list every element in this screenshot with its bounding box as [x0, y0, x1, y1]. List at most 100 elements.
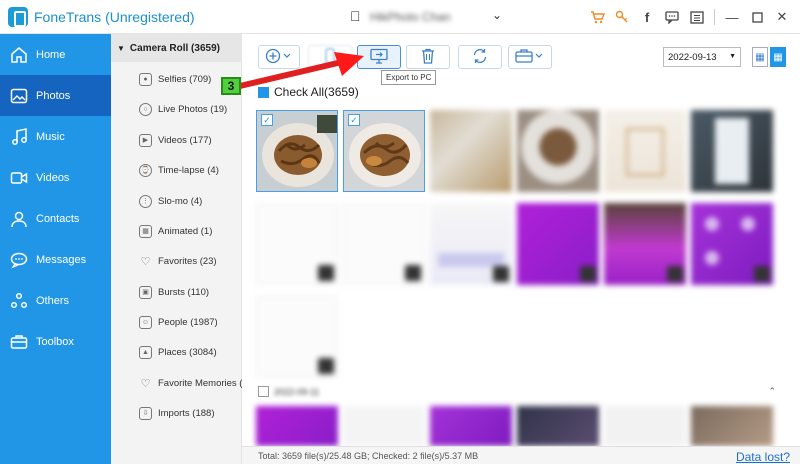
video-icon: ▶ [139, 133, 152, 147]
category-panel: ▼ Camera Roll (3659) ● Selfies (709) ○ L… [111, 34, 242, 464]
category-item-places[interactable]: ▲ Places (3084) [139, 342, 242, 362]
photo-thumbnail[interactable] [691, 110, 773, 192]
contacts-icon [10, 210, 28, 228]
photo-thumbnail[interactable]: ✓ [256, 110, 338, 192]
slo-mo-icon: ⋮ [139, 194, 152, 208]
category-item-animated[interactable]: ▦ Animated (1) [139, 221, 242, 241]
nav-item-contacts[interactable]: Contacts [0, 198, 111, 239]
photo-thumbnail[interactable] [604, 406, 686, 446]
photo-thumbnail[interactable] [343, 406, 425, 446]
photo-thumbnail[interactable] [430, 110, 512, 192]
grid-view-button[interactable]: ▦ [770, 47, 786, 67]
nav-label: Messages [36, 253, 87, 266]
photos-icon [10, 87, 28, 105]
device-dropdown-chevron-icon[interactable]: ⌄ [492, 8, 502, 22]
nav-item-home[interactable]: Home [0, 34, 111, 75]
nav-item-messages[interactable]: Messages [0, 239, 111, 280]
toolbox-dropdown-button[interactable] [508, 45, 552, 69]
nav-label: Toolbox [36, 335, 74, 348]
category-label: Live Photos (19) [158, 103, 228, 115]
screenshot-thumbnail[interactable] [343, 203, 425, 285]
category-label: People (1987) [158, 316, 218, 328]
music-icon [10, 127, 28, 146]
category-label: Animated (1) [158, 225, 213, 237]
facebook-icon[interactable]: f [639, 8, 655, 26]
people-icon: ☺ [139, 315, 152, 329]
category-label: Selfies (709) [158, 73, 212, 85]
category-item-slo-mo[interactable]: ⋮ Slo-mo (4) [139, 191, 242, 211]
category-item-time-lapse[interactable]: ⌚ Time-lapse (4) [139, 160, 242, 180]
screenshot-thumbnail[interactable] [517, 203, 599, 285]
nav-item-music[interactable]: Music [0, 116, 111, 157]
photo-checkbox[interactable]: ✓ [261, 114, 273, 126]
date-group-checkbox[interactable] [258, 386, 269, 397]
dropdown-arrow-icon: ▼ [729, 53, 736, 60]
photo-thumbnail[interactable] [517, 406, 599, 446]
chevron-up-icon[interactable]: ⌃ [768, 386, 776, 397]
menu-icon[interactable] [689, 8, 705, 26]
photo-thumbnail[interactable]: ✓ [343, 110, 425, 192]
photo-thumbnail[interactable] [604, 110, 686, 192]
category-label: Places (3084) [158, 346, 217, 358]
photo-thumbnail[interactable] [517, 110, 599, 192]
category-label: Bursts (110) [158, 286, 210, 298]
nav-item-photos[interactable]: Photos [0, 75, 111, 116]
photo-thumbnail[interactable] [430, 406, 512, 446]
delete-button[interactable] [406, 45, 450, 69]
date-group-header[interactable]: 2022-09-11 [258, 386, 319, 397]
nav-label: Home [36, 48, 66, 61]
chat-icon[interactable] [664, 8, 680, 26]
nav-item-others[interactable]: Others [0, 280, 111, 321]
category-item-imports[interactable]: ⇩ Imports (188) [139, 403, 242, 423]
imports-icon: ⇩ [139, 406, 152, 420]
nav-item-toolbox[interactable]: Toolbox [0, 321, 111, 362]
messages-icon [10, 251, 28, 269]
videos-icon [10, 169, 28, 187]
data-lost-link[interactable]: Data lost? [736, 450, 790, 464]
monitor-export-icon [370, 48, 388, 67]
category-item-videos[interactable]: ▶ Videos (177) [139, 130, 242, 150]
minimize-icon[interactable]: — [724, 8, 740, 26]
photo-checkbox[interactable]: ✓ [348, 114, 360, 126]
photo-thumbnail[interactable] [691, 406, 773, 446]
camera-roll-label: Camera Roll (3659) [129, 42, 220, 54]
category-item-favorites[interactable]: ♡ Favorites (23) [139, 251, 242, 271]
title-bar: FoneTrans (Unregistered)  HikPhoto Chan… [0, 0, 800, 34]
camera-roll-header[interactable]: ▼ Camera Roll (3659) [111, 34, 242, 62]
date-select[interactable]: 2022-09-13 ▼ [663, 47, 741, 67]
screenshot-thumbnail[interactable] [256, 296, 338, 378]
date-select-value: 2022-09-13 [668, 51, 717, 63]
close-icon[interactable]: ✕ [774, 8, 790, 26]
category-item-people[interactable]: ☺ People (1987) [139, 312, 242, 332]
category-item-live-photos[interactable]: ○ Live Photos (19) [139, 99, 242, 119]
maximize-icon[interactable] [749, 8, 765, 26]
main-content: Export to PC 2022-09-13 ▼ ▦ ▦ Check All(… [242, 34, 800, 464]
photo-thumbnail[interactable] [256, 406, 338, 446]
screenshot-thumbnail[interactable] [256, 203, 338, 285]
category-item-favorite-memories[interactable]: ♡ Favorite Memories (... [139, 373, 242, 393]
category-label: Slo-mo (4) [158, 195, 203, 207]
screenshot-thumbnail[interactable] [691, 203, 773, 285]
screenshot-thumbnail[interactable] [604, 203, 686, 285]
grid-view-icon: ▦ [773, 51, 783, 63]
nav-label: Music [36, 130, 65, 143]
cart-icon[interactable] [589, 8, 605, 26]
device-name[interactable]: HikPhoto Chan [370, 10, 451, 24]
apple-icon:  [350, 8, 361, 24]
refresh-button[interactable] [458, 45, 502, 69]
nav-label: Contacts [36, 212, 80, 225]
category-item-bursts[interactable]: ▣ Bursts (110) [139, 282, 242, 302]
nav-label: Others [36, 294, 70, 307]
list-view-button[interactable]: ▦ [752, 47, 768, 67]
screenshot-thumbnail[interactable] [430, 203, 512, 285]
list-view-icon: ▦ [755, 51, 765, 63]
app-logo-icon [8, 7, 28, 27]
key-icon[interactable] [614, 8, 630, 26]
category-label: Favorites (23) [158, 255, 217, 267]
titlebar-divider [714, 9, 715, 25]
category-label: Time-lapse (4) [158, 164, 219, 176]
time-lapse-icon: ⌚ [139, 163, 152, 177]
animated-icon: ▦ [139, 224, 152, 238]
selfie-icon: ● [139, 72, 152, 86]
nav-item-videos[interactable]: Videos [0, 157, 111, 198]
